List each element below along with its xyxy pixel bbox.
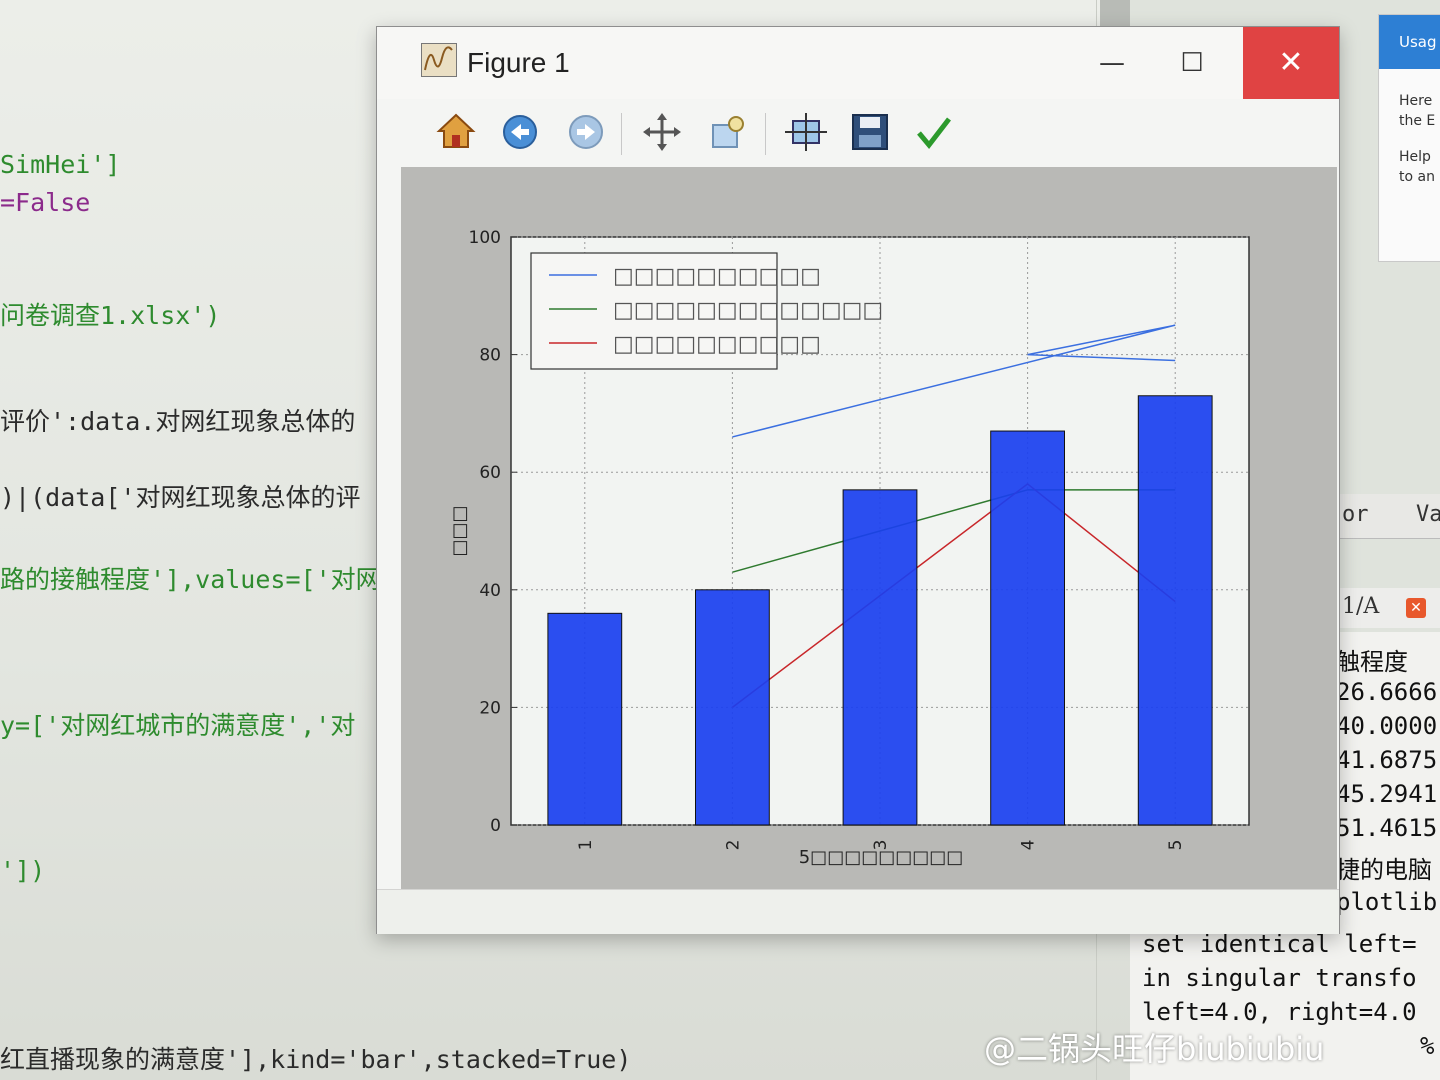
usage-text: to an (1399, 169, 1435, 185)
subplots-icon[interactable] (783, 109, 829, 155)
back-icon[interactable] (497, 109, 543, 155)
x-axis-label: 5□□□□□□□□□ (799, 847, 964, 868)
usage-panel-title: Usag (1379, 15, 1440, 69)
console-line: set identical left= (1142, 930, 1417, 958)
console-line: plotlib (1336, 888, 1438, 916)
console-line: in singular transfo (1142, 964, 1417, 992)
y-tick-label: 100 (469, 228, 501, 248)
y-tick-label: 0 (490, 816, 501, 836)
code-line[interactable]: =False (0, 188, 90, 217)
code-line[interactable]: ']) (0, 856, 45, 885)
x-tick-label: 5 (1166, 840, 1186, 851)
bar-1 (547, 612, 623, 826)
save-icon[interactable] (847, 109, 893, 155)
pan-icon[interactable] (639, 109, 685, 155)
code-line[interactable]: 路的接触程度'],values=['对网 (0, 560, 381, 596)
y-tick-label: 60 (479, 463, 501, 483)
console-line: 51.4615 (1336, 814, 1438, 842)
console-line: 26.6666 (1336, 678, 1438, 706)
figure-canvas[interactable]: 0 20 40 60 80 100 12345 5□□□□□□□□□ □□□ □□□□□□… (401, 167, 1337, 889)
code-line[interactable]: 问卷调查1.xlsx') (0, 296, 220, 332)
zoom-icon[interactable] (705, 109, 751, 155)
toolbar-separator (621, 113, 622, 155)
usage-text: Here (1399, 93, 1433, 109)
minimize-button[interactable]: — (1067, 27, 1157, 99)
window-title: Figure 1 (467, 47, 570, 78)
code-line[interactable]: 评价':data.对网红现象总体的 (0, 402, 355, 438)
bar-3 (842, 489, 918, 826)
close-button[interactable]: ✕ (1243, 27, 1339, 99)
tab-explorer[interactable]: or (1342, 502, 1369, 527)
code-line[interactable]: 红直播现象的满意度'],kind='bar',stacked=True) (0, 1040, 631, 1076)
console-tab[interactable]: 1/A ✕ (1336, 588, 1440, 628)
y-tick-label: 80 (479, 346, 501, 366)
console-line: % (1420, 1032, 1435, 1060)
usage-text: the E (1399, 113, 1436, 129)
console-tab-label: 1/A (1342, 594, 1380, 619)
toolbar-separator (765, 113, 766, 155)
tab-variable[interactable]: Va (1416, 502, 1440, 527)
code-line[interactable]: )|(data['对网红现象总体的评 (0, 478, 360, 514)
code-line[interactable]: y=['对网红城市的满意度','对 (0, 706, 355, 742)
console-line: left=4.0, right=4.0 (1142, 998, 1417, 1026)
x-tick-label: 2 (723, 840, 743, 851)
maximize-button[interactable]: ☐ (1147, 27, 1237, 99)
y-tick-label: 40 (479, 581, 501, 601)
legend-label: □□□□□□□□□□ (613, 264, 821, 289)
close-tab-icon[interactable]: ✕ (1406, 598, 1426, 618)
console-line: 45.2941 (1336, 780, 1438, 808)
window-titlebar[interactable]: Figure 1 — ☐ ✕ (377, 27, 1339, 99)
chart: 020406080100 12345 5□□□□□□□□□ □□□ □□□□□□… (401, 167, 1337, 889)
usage-text: Help (1399, 149, 1431, 165)
forward-icon[interactable] (563, 109, 609, 155)
legend-label: □□□□□□□□□□ (613, 332, 821, 357)
figure-statusbar (377, 889, 1339, 934)
bar-2 (695, 589, 770, 826)
edit-check-icon[interactable] (911, 109, 957, 155)
x-tick-label: 1 (576, 840, 596, 851)
console-line: 40.0000 (1336, 712, 1438, 740)
usage-help-panel: Usag Here the E Help to an (1378, 14, 1440, 262)
explorer-tabs: or Va (1336, 494, 1440, 539)
console-line: 41.6875 (1336, 746, 1438, 774)
y-axis-label: □□□ (449, 505, 470, 556)
console-line: 捷的电脑 (1336, 856, 1432, 884)
code-line[interactable]: SimHei'] (0, 150, 120, 179)
x-tick-label: 4 (1019, 840, 1039, 851)
legend-label: □□□□□□□□□□□□□ (613, 298, 883, 323)
y-tick-label: 20 (479, 698, 501, 718)
console-line: 触程度 (1336, 648, 1408, 676)
figure-window[interactable]: Figure 1 — ☐ ✕ 0 20 40 60 80 100 1 2 3 4… (376, 26, 1340, 934)
home-icon[interactable] (433, 109, 479, 155)
figure-toolbar (403, 103, 1323, 167)
bar-5 (1137, 395, 1213, 826)
weibo-watermark: @二锅头旺仔biubiubiu (984, 1030, 1325, 1068)
bar-4 (990, 430, 1066, 826)
matplotlib-app-icon (421, 43, 457, 77)
